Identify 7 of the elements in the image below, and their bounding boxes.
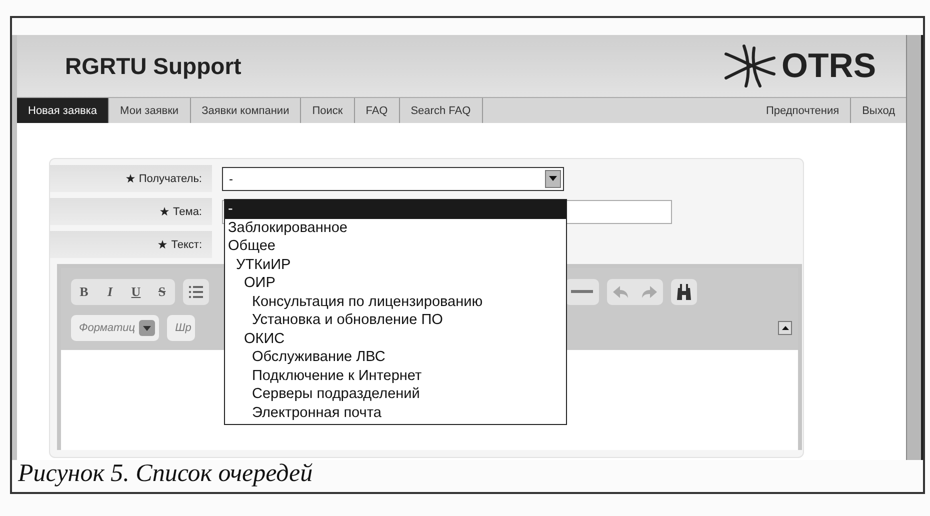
figure-caption: Рисунок 5. Список очередей xyxy=(16,460,314,488)
site-title: RGRTU Support xyxy=(65,52,242,80)
field-label: Текст: xyxy=(171,238,202,250)
select-value: - xyxy=(229,172,233,186)
logo-text: OTRS xyxy=(782,46,876,86)
field-label: Получатель: xyxy=(138,172,202,184)
field-label: Тема: xyxy=(173,206,202,218)
